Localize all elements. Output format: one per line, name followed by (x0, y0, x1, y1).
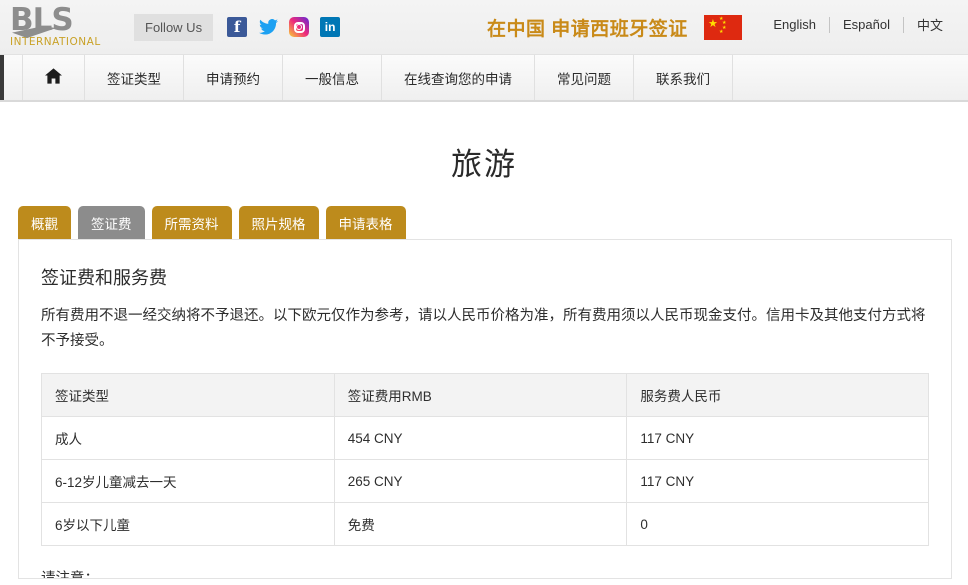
column-header-service-fee: 服务费人民币 (626, 373, 929, 417)
cell-service-fee: 117 CNY (626, 416, 929, 460)
nav-item-visa-types[interactable]: 签证类型 (85, 55, 184, 100)
fees-table: 签证类型 签证费用RMB 服务费人民币 成人 454 CNY 117 CNY 6… (41, 373, 929, 546)
table-row: 成人 454 CNY 117 CNY (41, 416, 929, 460)
column-header-visa-type: 签证类型 (41, 373, 335, 417)
table-row: 6岁以下儿童 免费 0 (41, 502, 929, 546)
twitter-icon[interactable] (258, 17, 278, 37)
tab-application-form[interactable]: 申请表格 (325, 206, 406, 239)
site-header: BLS INTERNATIONAL Follow Us f in 在中国 申请西… (0, 0, 968, 54)
notes-heading: 请注意： (41, 571, 99, 579)
language-link-espanol[interactable]: Español (830, 17, 903, 32)
table-header-row: 签证类型 签证费用RMB 服务费人民币 (41, 373, 929, 417)
nav-item-general-info[interactable]: 一般信息 (283, 55, 382, 100)
cell-visa-fee: 454 CNY (333, 416, 628, 460)
home-icon (45, 68, 62, 87)
cell-service-fee: 117 CNY (626, 459, 929, 503)
content-tabs: 概觀 签证费 所需资料 照片规格 申请表格 (0, 184, 968, 239)
tab-visa-fee[interactable]: 签证费 (78, 206, 145, 239)
china-flag-icon: ★ ★ ★ ★ ★ (704, 15, 742, 40)
nav-item-track-application[interactable]: 在线查询您的申请 (382, 55, 535, 100)
table-row: 6-12岁儿童减去一天 265 CNY 117 CNY (41, 459, 929, 503)
nav-item-contact-us[interactable]: 联系我们 (634, 55, 733, 100)
content-heading: 签证费和服务费 (41, 268, 167, 288)
bls-logo[interactable]: BLS INTERNATIONAL (10, 4, 116, 50)
instagram-icon[interactable] (289, 17, 310, 37)
follow-us-button[interactable]: Follow Us (134, 13, 214, 41)
nav-item-appointment[interactable]: 申请预约 (184, 55, 283, 100)
cell-visa-type: 6-12岁儿童减去一天 (41, 459, 335, 503)
nav-item-home[interactable] (22, 55, 85, 100)
linkedin-icon[interactable]: in (320, 17, 341, 37)
tab-required-documents[interactable]: 所需资料 (151, 206, 232, 239)
language-selector: English Español 中文 (760, 15, 956, 34)
social-links: f in (227, 17, 341, 37)
main-navigation: 签证类型 申请预约 一般信息 在线查询您的申请 常见问题 联系我们 (0, 54, 968, 102)
tab-photo-specification[interactable]: 照片规格 (238, 206, 319, 239)
language-link-chinese[interactable]: 中文 (904, 15, 956, 34)
cell-visa-fee: 免费 (333, 502, 628, 546)
tab-content-panel: 签证费和服务费 所有费用不退一经交纳将不予退还。以下欧元仅作为参考，请以人民币价… (18, 239, 952, 579)
tab-overview[interactable]: 概觀 (18, 206, 71, 239)
cell-visa-type: 成人 (41, 416, 335, 460)
content-intro-paragraph: 所有费用不退一经交纳将不予退还。以下欧元仅作为参考，请以人民币价格为准，所有费用… (41, 308, 926, 349)
cell-visa-fee: 265 CNY (333, 459, 628, 503)
cell-visa-type: 6岁以下儿童 (41, 502, 335, 546)
cell-service-fee: 0 (626, 502, 929, 546)
flag-star-small: ★ (719, 29, 724, 35)
language-link-english[interactable]: English (760, 17, 829, 32)
page-title: 旅游 (451, 147, 517, 182)
column-header-visa-fee: 签证费用RMB (333, 373, 628, 417)
nav-item-faq[interactable]: 常见问题 (535, 55, 634, 100)
facebook-icon[interactable]: f (227, 17, 248, 37)
flag-star-large: ★ (708, 18, 718, 30)
site-tagline: 在中国 申请西班牙签证 (487, 19, 688, 40)
